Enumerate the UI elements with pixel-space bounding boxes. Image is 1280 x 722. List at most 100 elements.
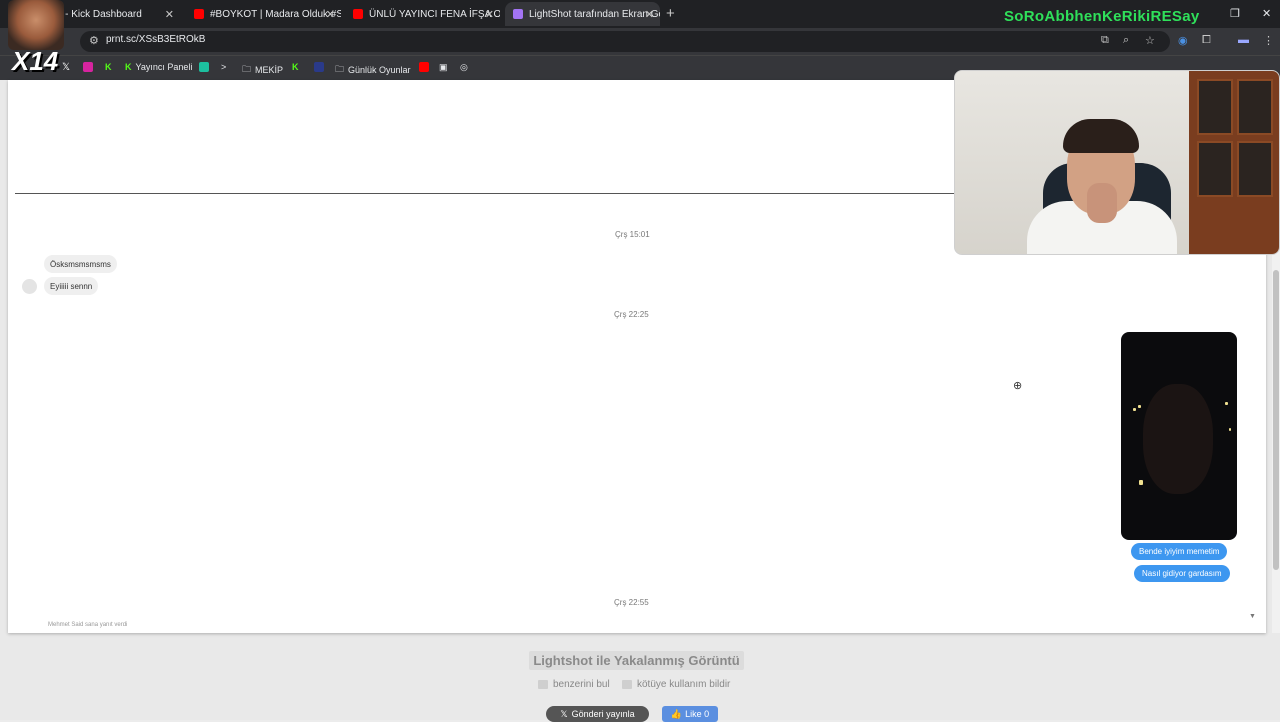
blank-icon xyxy=(314,62,324,72)
chat-timestamp: Çrş 22:25 xyxy=(614,310,649,319)
settings-icon: ◎ xyxy=(460,62,468,72)
chat-photo xyxy=(1121,332,1237,540)
folder-icon: 🗀 xyxy=(335,64,345,74)
streamer-avatar-overlay xyxy=(8,0,64,50)
extension-icon[interactable]: ◉ xyxy=(1178,34,1188,47)
tab-lightshot[interactable]: LightShot tarafından Ekran Gör ✕ xyxy=(505,2,660,26)
tab-label: LightShot tarafından Ekran Gör xyxy=(529,8,660,20)
find-similar-label: benzerini bul xyxy=(553,679,610,690)
browser-chrome: m - Kick Dashboard ✕ #BOYKOT | Madara Ol… xyxy=(0,0,1280,80)
star-icon[interactable]: ☆ xyxy=(1145,34,1155,47)
x-icon: 𝕏 xyxy=(560,708,568,719)
photo-light xyxy=(1139,480,1143,485)
image-icon xyxy=(538,680,548,689)
bookmark-mekip[interactable]: 🗀 MEKİP xyxy=(242,62,283,78)
youtube-icon xyxy=(419,62,429,72)
report-abuse-link[interactable]: kötüye kullanım bildir xyxy=(622,679,730,690)
incoming-message: Eyiiiii sennn xyxy=(44,277,99,295)
bookmark-youtube[interactable] xyxy=(419,62,433,72)
tab-boykot[interactable]: #BOYKOT | Madara Olduk #SEN ✕ xyxy=(186,2,341,26)
lightshot-icon xyxy=(513,9,523,19)
tab-bar: m - Kick Dashboard ✕ #BOYKOT | Madara Ol… xyxy=(0,0,1280,28)
tab-label: ÜNLÜ YAYINCI FENA İFŞA OLDU xyxy=(369,8,500,20)
chat-timestamp: Çrş 22:55 xyxy=(614,598,649,607)
scroll-down-icon[interactable]: ▼ xyxy=(1249,613,1256,620)
tab-label: m - Kick Dashboard xyxy=(54,8,142,20)
kick-icon: K xyxy=(105,62,112,72)
streamer-hair xyxy=(1063,119,1139,153)
bookmark-kick[interactable]: K xyxy=(105,62,112,72)
tab-unlu-yayinci[interactable]: ÜNLÜ YAYINCI FENA İFŞA OLDU ✕ xyxy=(345,2,500,26)
bookmark-instagram[interactable] xyxy=(83,62,97,72)
close-icon[interactable]: ✕ xyxy=(326,8,335,21)
youtube-icon xyxy=(353,9,363,19)
bookmark-app[interactable] xyxy=(199,62,213,72)
restore-icon[interactable]: ❐ xyxy=(1230,7,1240,20)
photo-silhouette xyxy=(1143,384,1213,494)
incoming-message: Ösksmsmsmsms xyxy=(44,255,117,273)
outgoing-message: Bende iyiyim memetim xyxy=(1131,543,1228,560)
kick-icon: K xyxy=(125,62,132,72)
photo-light xyxy=(1225,402,1228,405)
youtube-icon xyxy=(194,9,204,19)
door-window xyxy=(1197,141,1233,197)
thumbs-up-icon: 👍 xyxy=(670,708,683,719)
image-icon: ▣ xyxy=(439,62,448,72)
door-window xyxy=(1237,79,1273,135)
folder-icon: 🗀 xyxy=(242,64,252,74)
page-title: Lightshot ile Yakalanmış Görüntü xyxy=(0,651,1273,670)
bookmark-settings[interactable]: ◎ xyxy=(460,62,468,73)
url-text[interactable]: prnt.sc/XSsB3EtROkB xyxy=(106,34,205,45)
door-window xyxy=(1237,141,1273,197)
x14-badge: X14 xyxy=(12,46,59,76)
scrollbar-thumb[interactable] xyxy=(1273,270,1279,570)
find-similar-link[interactable]: benzerini bul xyxy=(538,679,610,690)
divider-line xyxy=(15,193,955,194)
site-info-icon[interactable]: ⚙ xyxy=(89,34,99,47)
bookmark-x[interactable]: 𝕏 xyxy=(62,62,70,73)
close-window-icon[interactable]: ✕ xyxy=(1262,7,1271,20)
like-label: Like 0 xyxy=(685,709,710,719)
x-icon: 𝕏 xyxy=(62,62,71,73)
close-icon[interactable]: ✕ xyxy=(645,8,654,21)
streamer-name-overlay: SoRoAbbhenKeRikiRESay xyxy=(1004,8,1200,25)
url-box[interactable] xyxy=(80,31,1170,52)
extensions-puzzle-icon[interactable]: ⧠ xyxy=(1202,34,1211,47)
new-tab-button[interactable]: + xyxy=(666,5,675,22)
door-window xyxy=(1197,79,1233,135)
bookmark-yayinci-paneli[interactable]: K Yayıncı Paneli xyxy=(125,62,192,72)
flag-icon xyxy=(622,680,632,689)
bookmark-blank[interactable] xyxy=(314,62,328,72)
bookmark-kick-2[interactable]: K xyxy=(292,62,299,72)
chat-timestamp: Çrş 15:01 xyxy=(615,230,650,239)
kick-icon: K xyxy=(292,62,299,72)
instagram-icon xyxy=(83,62,93,72)
app-icon xyxy=(199,62,209,72)
webcam-door xyxy=(1189,71,1279,254)
share-x-label: Gönderi yayınla xyxy=(571,709,635,719)
zoom-cursor-icon: ⊕ xyxy=(1013,380,1023,392)
close-icon[interactable]: ✕ xyxy=(485,8,494,21)
screenshot-icon[interactable]: ⧉ xyxy=(1101,34,1109,47)
menu-icon[interactable]: ⋮ xyxy=(1263,34,1274,47)
bookmark-gunluk-oyunlar[interactable]: 🗀 Günlük Oyunlar xyxy=(335,62,411,78)
bookmark-label: Yayıncı Paneli xyxy=(135,62,193,72)
photo-light xyxy=(1138,405,1141,408)
avatar xyxy=(22,279,37,294)
bookmark-image[interactable]: ▣ xyxy=(439,62,448,73)
webcam-overlay xyxy=(954,70,1280,255)
tab-label: #BOYKOT | Madara Olduk #SEN xyxy=(210,8,341,20)
outgoing-message: Nasıl gidiyor gardasım xyxy=(1134,565,1230,582)
page-title-text: Lightshot ile Yakalanmış Görüntü xyxy=(529,651,744,670)
bookmark-terminal[interactable]: > xyxy=(221,62,226,72)
photo-light xyxy=(1229,428,1231,431)
streamer-hand xyxy=(1087,183,1117,223)
zoom-icon[interactable]: ⌕ xyxy=(1123,34,1129,47)
close-icon[interactable]: ✕ xyxy=(165,8,174,21)
cut-off-text: Mehmet Said sana yanıt verdi xyxy=(48,622,128,628)
profile-icon[interactable]: ▬ xyxy=(1238,34,1249,46)
bookmark-label: Günlük Oyunlar xyxy=(348,65,411,75)
photo-light xyxy=(1133,408,1136,411)
bookmark-label: MEKİP xyxy=(255,65,284,75)
terminal-icon: > xyxy=(221,62,227,72)
